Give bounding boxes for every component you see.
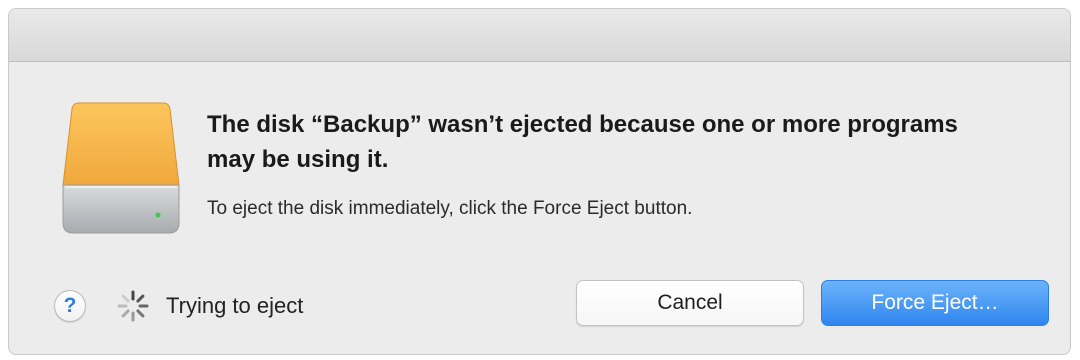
spinner-icon [116,289,150,323]
external-disk-icon [61,101,181,241]
eject-alert-dialog: The disk “Backup” wasn’t ejected because… [8,8,1071,355]
status-text: Trying to eject [166,293,304,318]
force-eject-button[interactable]: Force Eject… [821,280,1049,326]
question-mark-icon: ? [63,294,77,317]
help-button[interactable]: ? [54,290,86,322]
title-bar [9,9,1070,62]
cancel-button[interactable]: Cancel [576,280,804,326]
alert-title: The disk “Backup” wasn’t ejected because… [207,111,958,173]
alert-message: To eject the disk immediately, click the… [207,198,693,219]
